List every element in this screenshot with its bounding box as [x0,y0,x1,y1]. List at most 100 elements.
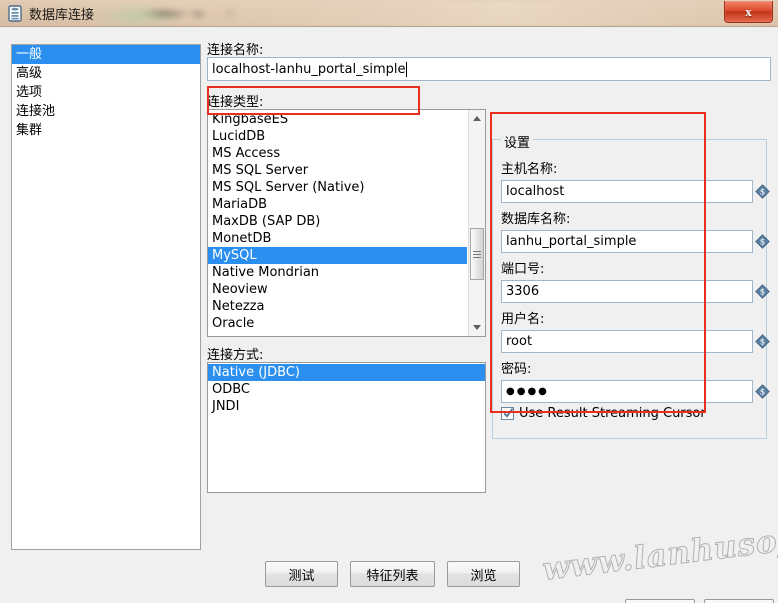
list-item[interactable]: MonetDB [208,230,467,247]
password-field-group: 密码: ●●●● $ [501,358,770,403]
use-result-streaming-cursor-checkbox[interactable] [501,407,514,420]
list-item[interactable]: MS SQL Server (Native) [208,179,467,196]
list-item[interactable]: Native Mondrian [208,264,467,281]
svg-text:$: $ [760,288,765,298]
variable-diamond-icon[interactable]: $ [755,384,770,399]
connection-method-listbox[interactable]: Native (JDBC) ODBC JNDI [207,362,486,493]
sidebar-item-label: 连接池 [16,104,56,119]
settings-group-title: 设置 [501,132,534,151]
list-item-label: MS Access [212,146,281,161]
titlebar-blurred-background [0,0,778,26]
streaming-cursor-checkbox-row[interactable]: Use Result Streaming Cursor [501,406,706,421]
list-item[interactable]: MariaDB [208,196,467,213]
title-area: 数据库连接 [8,4,94,23]
list-item-jndi[interactable]: JNDI [208,398,485,415]
password-label: 密码: [501,362,532,377]
database-field-group: 数据库名称: lanhu_portal_simple $ [501,208,770,253]
database-name-input[interactable]: lanhu_portal_simple [501,230,753,253]
connection-type-listbox[interactable]: KingbaseES LucidDB MS Access MS SQL Serv… [207,109,486,337]
sidebar-item-general[interactable]: 一般 [12,45,200,64]
list-item[interactable]: MS Access [208,145,467,162]
scrollbar-thumb[interactable] [470,228,484,280]
confirm-button[interactable]: 确认 [625,599,695,603]
test-button-label: 测试 [288,568,315,584]
close-window-button[interactable]: x [724,1,773,23]
user-name-input[interactable]: root [501,330,753,353]
scroll-up-button[interactable] [469,110,485,127]
list-item-label: LucidDB [212,129,266,144]
browse-button[interactable]: 浏览 [447,561,520,587]
variable-diamond-icon[interactable]: $ [755,184,770,199]
list-item[interactable]: LucidDB [208,128,467,145]
list-item[interactable]: Neoview [208,281,467,298]
list-item-label: MariaDB [212,197,268,212]
list-item-label: Native (JDBC) [212,365,300,380]
test-button[interactable]: 测试 [265,561,338,587]
sidebar-item-cluster[interactable]: 集群 [12,121,200,140]
list-item-selected-native-jdbc[interactable]: Native (JDBC) [208,364,485,381]
sidebar-item-advanced[interactable]: 高级 [12,64,200,83]
database-name-value: lanhu_portal_simple [506,234,637,249]
list-item[interactable]: MS SQL Server [208,162,467,179]
host-name-input[interactable]: localhost [501,180,753,203]
connection-method-items: Native (JDBC) ODBC JNDI [208,364,485,415]
password-input[interactable]: ●●●● [501,380,753,403]
connection-name-value: localhost-lanhu_portal_simple [212,61,406,77]
connection-type-label: 连接类型: [207,95,264,110]
list-item-label: MS SQL Server (Native) [212,180,365,195]
svg-text:$: $ [760,388,765,398]
list-item[interactable]: KingbaseES [208,111,467,128]
connection-type-items: KingbaseES LucidDB MS Access MS SQL Serv… [208,111,467,332]
svg-text:$: $ [760,188,765,198]
connection-type-scrollbar[interactable] [468,110,485,336]
list-item-label: JNDI [212,399,240,414]
list-item-label: Netezza [212,299,265,314]
variable-diamond-icon[interactable]: $ [755,334,770,349]
list-item-label: MySQL [212,248,257,263]
close-icon: x [745,3,752,19]
connection-name-input[interactable]: localhost-lanhu_portal_simple [207,57,771,81]
list-item-label: MS SQL Server [212,163,309,178]
cancel-button[interactable]: 取消 [704,599,774,603]
connection-method-label: 连接方式: [207,348,264,363]
host-field-group: 主机名称: localhost $ [501,158,770,203]
settings-category-list[interactable]: 一般 高级 选项 连接池 集群 [11,44,201,550]
browse-button-label: 浏览 [470,568,497,584]
list-item[interactable]: MaxDB (SAP DB) [208,213,467,230]
list-item-label: ODBC [212,382,251,397]
list-item-label: Native Mondrian [212,265,320,280]
list-item-label: MonetDB [212,231,272,246]
grip-icon [473,249,481,260]
list-item-odbc[interactable]: ODBC [208,381,485,398]
list-item-selected-mysql[interactable]: MySQL [208,247,467,264]
sidebar-item-options[interactable]: 选项 [12,83,200,102]
checkmark-icon [503,407,514,420]
sidebar-item-label: 一般 [16,47,43,62]
list-item[interactable]: Oracle [208,315,467,332]
feature-list-button[interactable]: 特征列表 [350,561,435,587]
feature-list-button-label: 特征列表 [366,568,419,584]
list-item[interactable]: Netezza [208,298,467,315]
general-settings-panel: 连接名称: localhost-lanhu_portal_simple 连接类型… [205,39,771,537]
host-name-label: 主机名称: [501,162,558,177]
password-value: ●●●● [506,386,549,397]
database-connection-dialog: 数据库连接 x 一般 高级 选项 连接池 集群 连接名称: localhost-… [0,0,778,603]
username-field-group: 用户名: root $ [501,308,770,353]
variable-diamond-icon[interactable]: $ [755,284,770,299]
chevron-down-icon [473,325,481,330]
variable-diamond-icon[interactable]: $ [755,234,770,249]
chevron-up-icon [473,116,481,121]
host-name-value: localhost [506,184,565,199]
scroll-down-button[interactable] [469,319,485,336]
list-item-label: MaxDB (SAP DB) [212,214,321,229]
list-item-label: Neoview [212,282,268,297]
database-icon [8,5,22,22]
port-number-input[interactable]: 3306 [501,280,753,303]
database-name-label: 数据库名称: [501,212,571,227]
sidebar-item-connection-pool[interactable]: 连接池 [12,102,200,121]
port-field-group: 端口号: 3306 $ [501,258,770,303]
sidebar-item-label: 集群 [16,123,43,138]
sidebar-item-label: 高级 [16,66,43,81]
action-button-bar: 测试 特征列表 浏览 [265,561,520,587]
user-name-label: 用户名: [501,312,545,327]
